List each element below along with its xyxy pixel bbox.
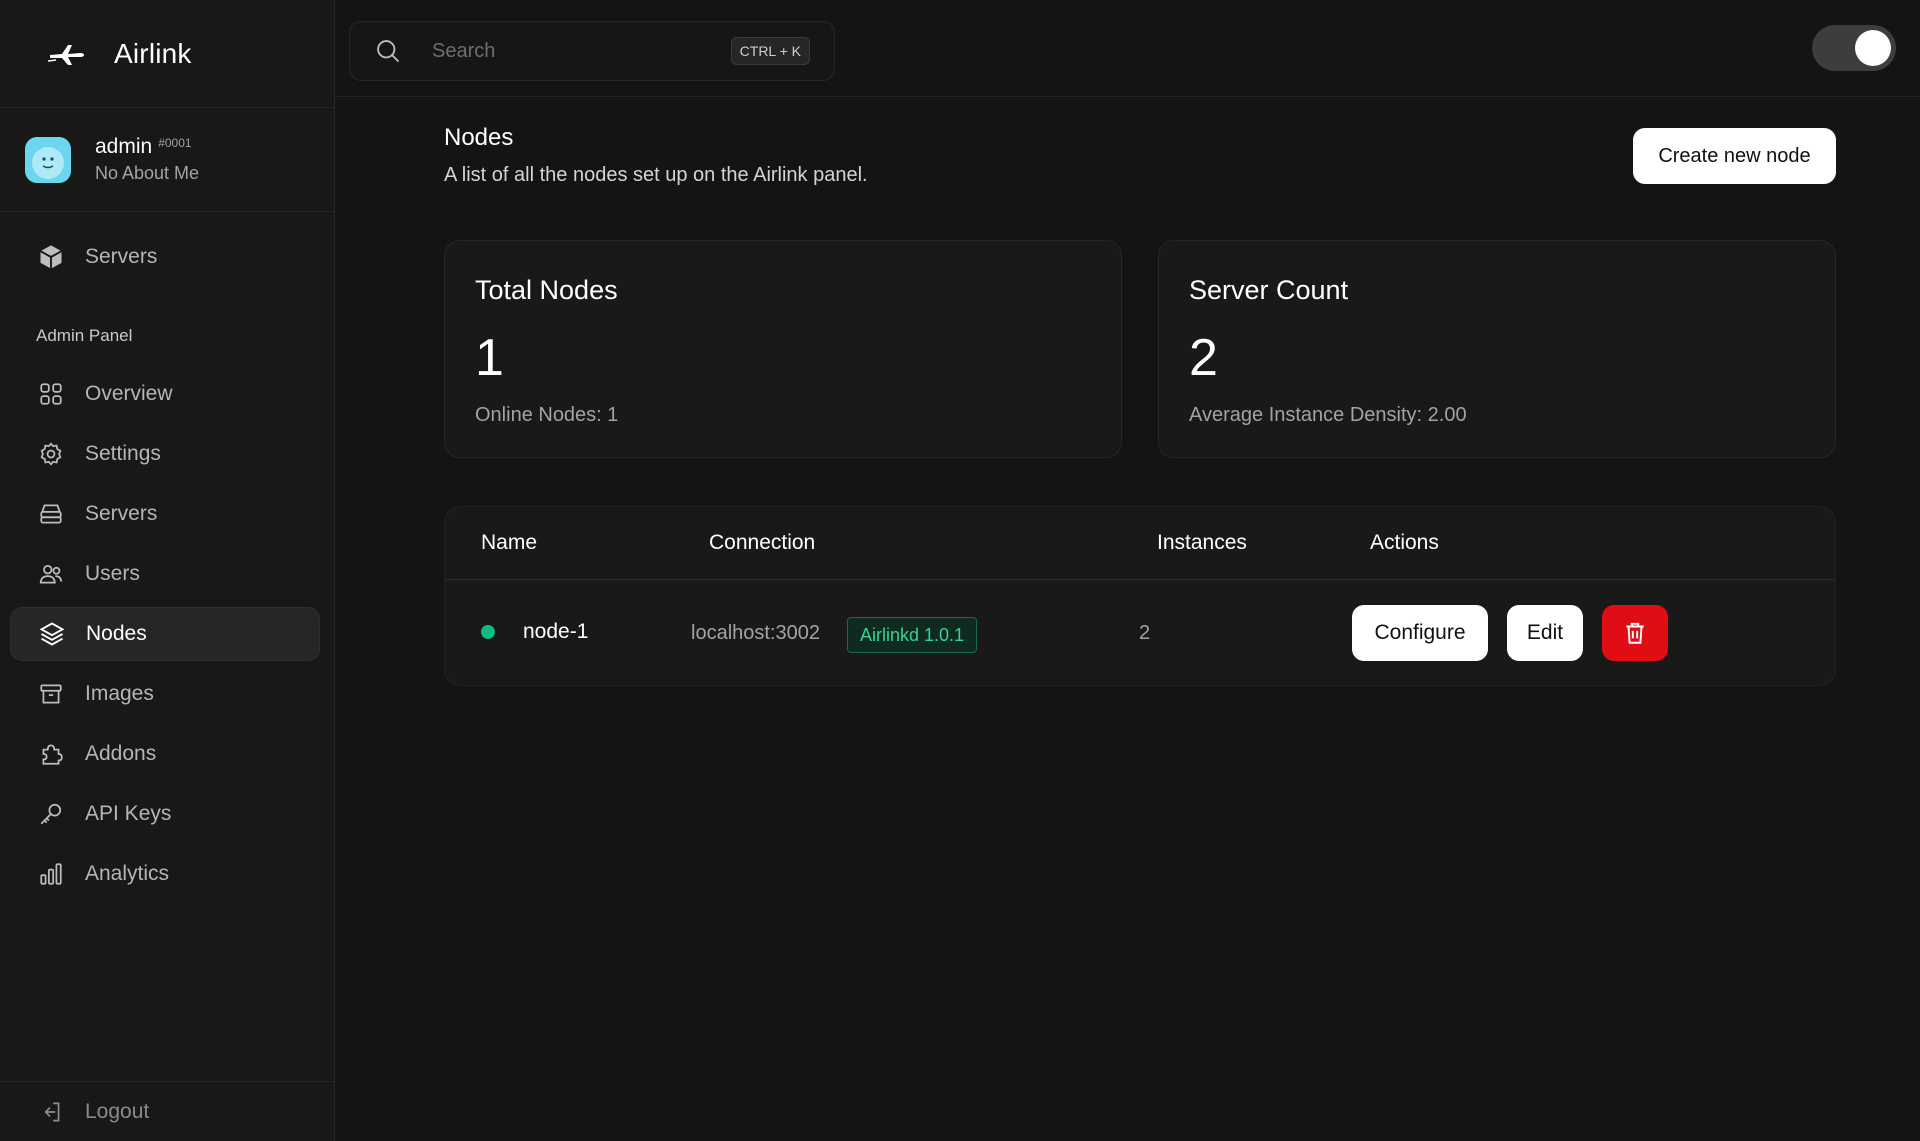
search-icon <box>377 40 400 63</box>
node-instances: 2 <box>1139 622 1151 644</box>
sidebar-footer: Logout <box>0 1081 335 1141</box>
logout-button[interactable]: Logout <box>10 1085 320 1139</box>
username: admin <box>95 135 153 158</box>
nodes-table: Name Connection Instances Actions node-1… <box>444 506 1836 686</box>
column-header-instances: Instances <box>1157 531 1247 554</box>
server-icon <box>37 500 65 528</box>
edit-button[interactable]: Edit <box>1507 605 1583 661</box>
stat-title: Total Nodes <box>475 275 618 305</box>
stat-note: Average Instance Density: 2.00 <box>1189 404 1467 426</box>
sidebar-item-label: Overview <box>85 382 173 405</box>
delete-button[interactable] <box>1602 605 1668 661</box>
stat-card-total-nodes: Total Nodes 1 Online Nodes: 1 <box>444 240 1122 458</box>
sidebar-item-images[interactable]: Images <box>10 667 320 721</box>
version-badge: Airlinkd 1.0.1 <box>847 617 978 653</box>
user-tag: #0001 <box>158 136 192 150</box>
logout-label: Logout <box>85 1100 150 1123</box>
sidebar-item-label: Nodes <box>86 622 147 645</box>
users-icon <box>37 560 65 588</box>
sidebar-item-label: Addons <box>85 742 157 765</box>
stat-value: 1 <box>475 329 504 387</box>
cube-icon <box>37 243 65 271</box>
node-name: node-1 <box>523 620 589 643</box>
gear-icon <box>37 440 65 468</box>
table-header: Name Connection Instances Actions <box>445 507 1835 580</box>
topbar: Search CTRL + K <box>335 0 1920 97</box>
sidebar-item-admin-servers[interactable]: Servers <box>10 487 320 541</box>
node-connection: localhost:3002 <box>691 622 820 644</box>
status-online-indicator <box>481 625 495 639</box>
stat-title: Server Count <box>1189 275 1349 305</box>
configure-button[interactable]: Configure <box>1352 605 1488 661</box>
page-title: Nodes <box>444 124 514 151</box>
airplane-logo-icon <box>47 44 84 65</box>
sidebar-item-analytics[interactable]: Analytics <box>10 847 320 901</box>
trash-icon <box>1626 622 1644 644</box>
sidebar-item-overview[interactable]: Overview <box>10 367 320 421</box>
column-header-connection: Connection <box>709 531 816 554</box>
sidebar-item-label: Settings <box>85 442 161 465</box>
stat-card-server-count: Server Count 2 Average Instance Density:… <box>1158 240 1836 458</box>
create-node-button[interactable]: Create new node <box>1633 128 1836 184</box>
sidebar-item-label: Servers <box>85 502 158 525</box>
user-about: No About Me <box>95 163 200 183</box>
layers-icon <box>38 620 66 648</box>
logout-icon <box>37 1098 65 1126</box>
sidebar-item-label: Servers <box>85 245 158 268</box>
grid-icon <box>37 380 65 408</box>
sidebar-item-addons[interactable]: Addons <box>10 727 320 781</box>
toggle-knob <box>1855 30 1891 66</box>
search-placeholder: Search <box>432 39 496 62</box>
sidebar-item-label: Users <box>85 562 140 585</box>
column-header-name: Name <box>481 531 538 554</box>
puzzle-icon <box>37 740 65 768</box>
table-row: node-1 localhost:3002 Airlinkd 1.0.1 2 C… <box>445 580 1835 685</box>
sidebar-item-api-keys[interactable]: API Keys <box>10 787 320 841</box>
sidebar-item-settings[interactable]: Settings <box>10 427 320 481</box>
sidebar: Airlink admin #0001 No About Me Servers … <box>0 0 335 1141</box>
key-icon <box>37 800 65 828</box>
search-input[interactable]: Search CTRL + K <box>349 21 835 81</box>
avatar <box>25 136 71 183</box>
sidebar-item-label: Analytics <box>85 862 170 885</box>
brand-name: Airlink <box>114 37 192 69</box>
sidebar-item-servers[interactable]: Servers <box>10 230 320 284</box>
column-header-actions: Actions <box>1370 531 1439 554</box>
stat-note: Online Nodes: 1 <box>475 404 619 426</box>
stat-value: 2 <box>1189 329 1218 387</box>
sidebar-item-label: Images <box>85 682 154 705</box>
bar-chart-icon <box>37 860 65 888</box>
sidebar-item-nodes[interactable]: Nodes <box>10 607 320 661</box>
search-shortcut: CTRL + K <box>730 37 810 65</box>
user-profile[interactable]: admin #0001 No About Me <box>0 108 334 212</box>
brand[interactable]: Airlink <box>0 0 334 108</box>
sidebar-item-label: API Keys <box>85 802 172 825</box>
section-label-admin: Admin Panel <box>36 326 133 345</box>
avatar-face-icon <box>32 146 64 179</box>
app-root: Airlink admin #0001 No About Me Servers … <box>0 0 1920 1141</box>
page-subtitle: A list of all the nodes set up on the Ai… <box>444 164 868 186</box>
theme-toggle[interactable] <box>1812 25 1896 71</box>
sidebar-item-users[interactable]: Users <box>10 547 320 601</box>
archive-icon <box>37 680 65 708</box>
